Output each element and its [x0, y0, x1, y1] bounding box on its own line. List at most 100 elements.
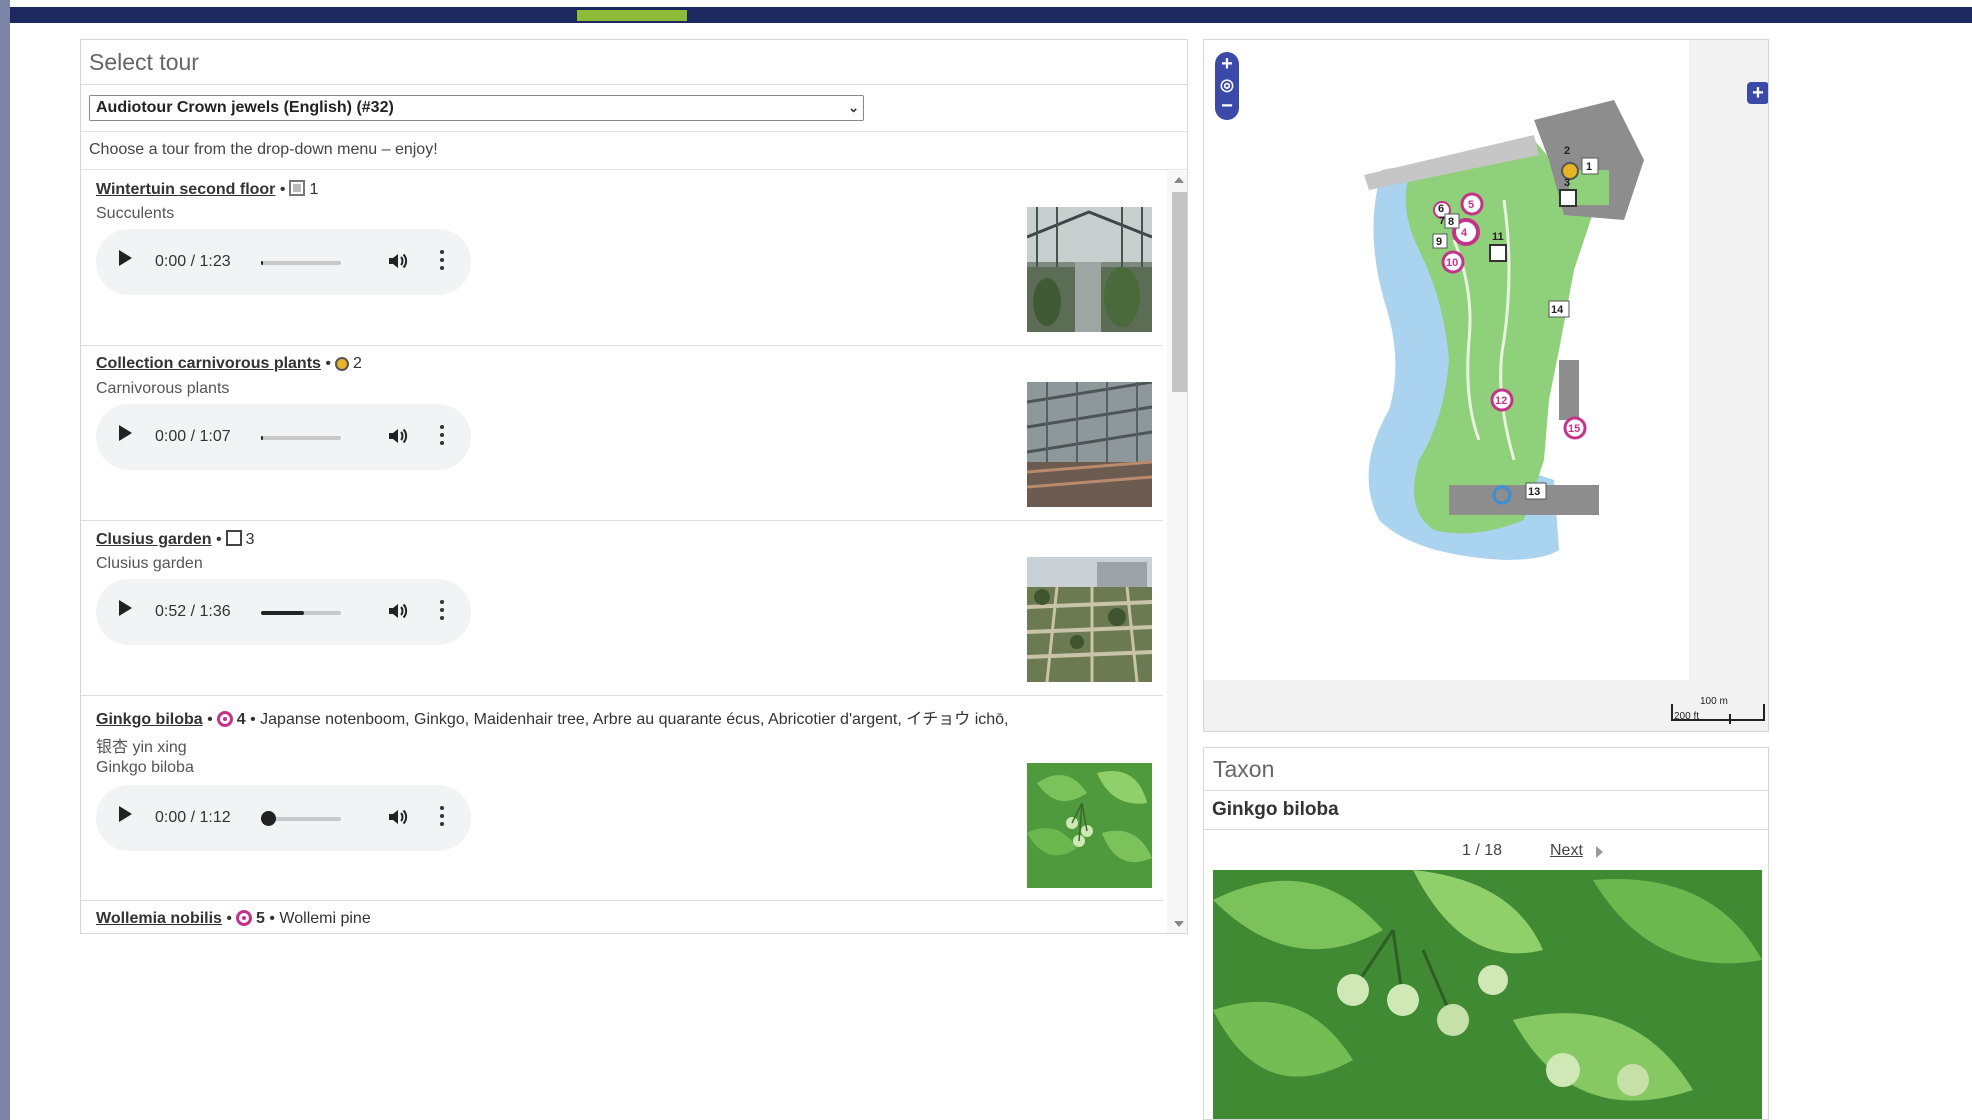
next-link[interactable]: Next: [1550, 842, 1583, 860]
page-count: 1 / 18: [1462, 842, 1503, 859]
audio-player: 0:52 / 1:36: [96, 579, 471, 645]
zoom-in-icon[interactable]: +: [1215, 54, 1239, 74]
volume-icon[interactable]: [386, 424, 410, 448]
more-options-icon[interactable]: [439, 806, 445, 828]
map-marker-13[interactable]: 13: [1528, 486, 1540, 498]
item-header: Clusius garden • 3: [96, 530, 255, 549]
stop-link[interactable]: Clusius garden: [96, 531, 212, 548]
ginkgo-leaves-photo: [1027, 763, 1152, 888]
play-button[interactable]: [119, 806, 132, 822]
gray-square-icon: [289, 180, 306, 196]
map-marker-11[interactable]: 11: [1492, 231, 1504, 243]
top-navigation-bar: [10, 7, 1972, 23]
audio-time: 0:00 / 1:23: [155, 253, 231, 270]
pink-target-icon: [216, 711, 233, 727]
stop-number: 5: [256, 910, 265, 927]
tour-hint-text: Choose a tour from the drop-down menu – …: [89, 141, 438, 158]
chevron-down-icon: ⌄: [848, 100, 859, 115]
volume-icon[interactable]: [386, 805, 410, 829]
separator: •: [207, 711, 213, 728]
item-header: Ginkgo biloba • 4 • Japanse notenboom, Gi…: [96, 705, 1009, 729]
zoom-out-icon[interactable]: −: [1215, 96, 1239, 116]
list-scrollbar[interactable]: [1167, 171, 1187, 933]
separator: •: [325, 355, 331, 372]
volume-icon[interactable]: [386, 249, 410, 273]
globe-icon[interactable]: ◎: [1215, 76, 1239, 96]
map-marker-1[interactable]: 1: [1586, 161, 1592, 173]
audio-seek-slider[interactable]: [261, 811, 341, 826]
audio-seek-slider[interactable]: [261, 611, 341, 615]
item-header: Collection carnivorous plants • 2: [96, 355, 362, 373]
map-marker-5[interactable]: 5: [1468, 199, 1474, 211]
pink-target-icon: [236, 910, 253, 926]
list-item: Clusius garden • 3 Clusius garden 0:52 / …: [81, 521, 1163, 696]
separator: •: [226, 910, 233, 927]
greenhouse-succulents-photo: [1027, 207, 1152, 332]
map-marker-2[interactable]: 2: [1564, 145, 1570, 157]
map-marker-4[interactable]: 4: [1461, 227, 1468, 239]
map-marker-7[interactable]: 7: [1439, 215, 1445, 227]
separator: •: [279, 181, 286, 198]
audio-time: 0:00 / 1:07: [155, 428, 231, 445]
audio-seek-slider[interactable]: [261, 436, 341, 440]
map-marker-9[interactable]: 9: [1436, 236, 1442, 248]
taxon-title: Taxon: [1204, 748, 1768, 791]
volume-icon[interactable]: [386, 599, 410, 623]
add-layer-icon[interactable]: +: [1747, 82, 1768, 104]
list-item: Wollemia nobilis • 5 • Wollemi pine: [81, 901, 1163, 931]
scrollbar-thumb[interactable]: [1172, 192, 1187, 392]
map-marker-14[interactable]: 14: [1551, 304, 1564, 316]
tour-select-value: Audiotour Crown jewels (English) (#32): [96, 99, 394, 116]
item-header: Wollemia nobilis • 5 • Wollemi pine: [96, 910, 371, 928]
window-left-edge: [0, 0, 10, 1120]
tour-select-dropdown[interactable]: Audiotour Crown jewels (English) (#32) ⌄: [89, 95, 864, 121]
zoom-control: + ◎ −: [1215, 52, 1239, 120]
stop-number: 3: [245, 531, 255, 548]
map-marker-10[interactable]: 10: [1446, 257, 1458, 269]
panel-title: Select tour: [81, 40, 1187, 85]
stop-link[interactable]: Collection carnivorous plants: [96, 355, 321, 372]
map-panel[interactable]: 1 2 3 4 5 6 7 8 9 10 11 12 13 14 15 + ◎ …: [1203, 39, 1769, 732]
audio-player: 0:00 / 1:07: [96, 404, 471, 470]
garden-map[interactable]: 1 2 3 4 5 6 7 8 9 10 11 12 13 14 15: [1204, 40, 1769, 732]
map-marker-8[interactable]: 8: [1448, 216, 1454, 228]
play-button[interactable]: [119, 425, 132, 441]
active-tab-indicator[interactable]: [577, 10, 687, 21]
scroll-up-icon[interactable]: [1174, 177, 1184, 183]
map-scale: 100 m 200 ft: [1670, 696, 1766, 724]
stop-number: 4: [236, 711, 246, 728]
stop-subtitle: Clusius garden: [96, 555, 203, 572]
audio-seek-slider[interactable]: [261, 261, 341, 265]
divider: [81, 131, 1187, 132]
map-marker-15[interactable]: 15: [1568, 423, 1580, 435]
stop-subtitle: Ginkgo biloba: [96, 759, 194, 776]
list-item: Wintertuin second floor • 1 Succulents 0:…: [81, 171, 1163, 346]
stop-number: 2: [353, 355, 362, 372]
map-marker-12[interactable]: 12: [1495, 395, 1507, 407]
scroll-down-icon[interactable]: [1174, 921, 1184, 927]
common-names-continued: 银杏 yin xing: [96, 739, 187, 756]
play-button[interactable]: [119, 250, 132, 266]
play-button[interactable]: [119, 600, 132, 616]
taxon-panel: Taxon Ginkgo biloba 1 / 18 Next: [1203, 747, 1769, 1120]
separator: •: [216, 531, 222, 548]
stop-link[interactable]: Wollemia nobilis: [96, 910, 222, 927]
list-item: Collection carnivorous plants • 2 Carnivo…: [81, 346, 1163, 521]
item-header: Wintertuin second floor • 1: [96, 180, 318, 199]
more-options-icon[interactable]: [439, 425, 445, 447]
chevron-right-icon[interactable]: [1596, 846, 1603, 858]
more-options-icon[interactable]: [439, 600, 445, 622]
common-names: • Japanse notenboom, Ginkgo, Maidenhair …: [250, 711, 1009, 728]
tour-stop-list: Wintertuin second floor • 1 Succulents 0:…: [81, 171, 1163, 931]
yellow-circle-icon: [335, 357, 349, 371]
stop-subtitle: Succulents: [96, 205, 175, 222]
map-marker-6[interactable]: 6: [1438, 203, 1444, 215]
more-options-icon[interactable]: [439, 250, 445, 272]
audio-player: 0:00 / 1:12: [96, 785, 471, 851]
stop-subtitle: Carnivorous plants: [96, 380, 230, 397]
map-marker-3[interactable]: 3: [1564, 177, 1570, 189]
divider: [81, 169, 1187, 170]
stop-link[interactable]: Ginkgo biloba: [96, 711, 203, 728]
stop-link[interactable]: Wintertuin second floor: [96, 181, 275, 198]
taxon-name: Ginkgo biloba: [1204, 791, 1768, 830]
